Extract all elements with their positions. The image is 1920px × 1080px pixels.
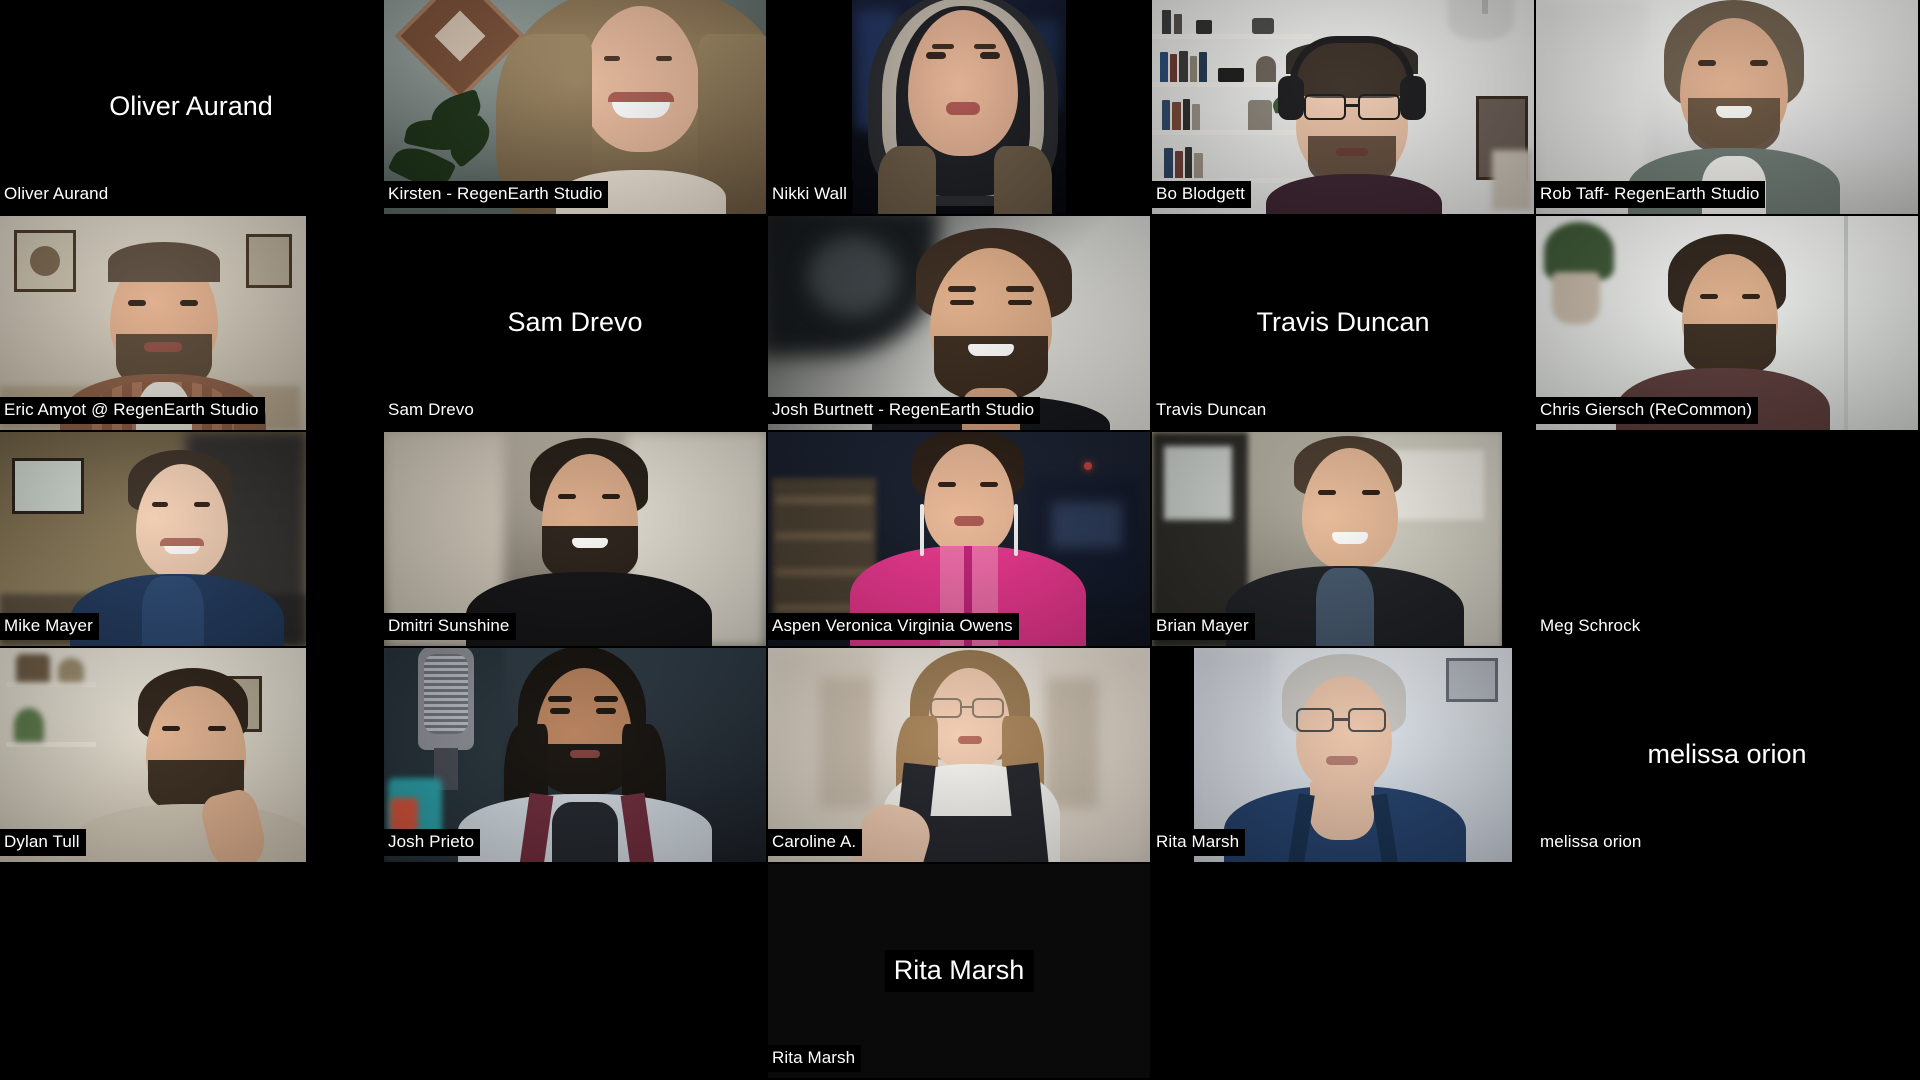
participant-large-name: melissa orion — [1638, 734, 1816, 776]
participant-tile[interactable]: Nikki Wall — [768, 0, 1152, 216]
participant-name-label: Aspen Veronica Virginia Owens — [768, 613, 1019, 640]
participant-tile[interactable]: Rita Marsh Rita Marsh — [768, 864, 1152, 1080]
participant-tile[interactable]: melissa orion melissa orion — [1536, 648, 1920, 864]
participant-name-label: Rita Marsh — [768, 1045, 862, 1072]
participant-large-name: Oliver Aurand — [100, 86, 282, 128]
participant-name-label: Josh Burtnett - RegenEarth Studio — [768, 397, 1041, 424]
participant-tile[interactable]: Rita Marsh — [1152, 648, 1536, 864]
participant-tile[interactable]: Bo Blodgett — [1152, 0, 1536, 216]
participant-name-label: Rita Marsh — [1152, 829, 1246, 856]
participant-tile[interactable]: Rob Taff- RegenEarth Studio — [1536, 0, 1920, 216]
empty-tile — [1536, 864, 1920, 1080]
participant-tile[interactable]: Josh Burtnett - RegenEarth Studio — [768, 216, 1152, 432]
participant-tile[interactable]: Travis Duncan Travis Duncan — [1152, 216, 1536, 432]
participant-tile[interactable]: Sam Drevo Sam Drevo — [384, 216, 768, 432]
participant-name-label: Eric Amyot @ RegenEarth Studio — [0, 397, 265, 424]
participant-name-label: Travis Duncan — [1152, 397, 1273, 424]
participant-tile[interactable]: Dylan Tull — [0, 648, 384, 864]
participant-name-label: Rob Taff- RegenEarth Studio — [1536, 181, 1766, 208]
participant-name-label: Chris Giersch (ReCommon) — [1536, 397, 1759, 424]
participant-name-label: Meg Schrock — [1536, 613, 1647, 640]
participant-large-name: Rita Marsh — [884, 950, 1034, 992]
empty-tile — [0, 864, 384, 1080]
participant-name-label: Bo Blodgett — [1152, 181, 1251, 208]
participant-name-label: Dmitri Sunshine — [384, 613, 516, 640]
participant-large-name: Travis Duncan — [1247, 302, 1439, 344]
participant-name-label: Sam Drevo — [384, 397, 480, 424]
participant-gallery-grid: Oliver Aurand Oliver Aurand Kirsten - Re… — [0, 0, 1920, 1080]
participant-tile[interactable]: Kirsten - RegenEarth Studio — [384, 0, 768, 216]
participant-tile[interactable]: Mike Mayer — [0, 432, 384, 648]
participant-name-label: Kirsten - RegenEarth Studio — [384, 181, 609, 208]
empty-tile — [1152, 864, 1536, 1080]
participant-name-label: Nikki Wall — [768, 181, 853, 208]
participant-tile[interactable]: Chris Giersch (ReCommon) — [1536, 216, 1920, 432]
participant-name-label: Oliver Aurand — [0, 181, 115, 208]
participant-tile[interactable]: Caroline A. — [768, 648, 1152, 864]
participant-name-label: Brian Mayer — [1152, 613, 1255, 640]
empty-tile — [384, 864, 768, 1080]
participant-tile[interactable]: Dmitri Sunshine — [384, 432, 768, 648]
participant-name-label: Josh Prieto — [384, 829, 481, 856]
video-feed — [852, 0, 1066, 214]
participant-tile[interactable]: Eric Amyot @ RegenEarth Studio — [0, 216, 384, 432]
participant-name-label: Caroline A. — [768, 829, 863, 856]
participant-name-label: melissa orion — [1536, 829, 1648, 856]
participant-tile[interactable]: Meg Schrock — [1536, 432, 1920, 648]
participant-name-label: Mike Mayer — [0, 613, 99, 640]
participant-large-name: Sam Drevo — [498, 302, 652, 344]
participant-tile[interactable]: Brian Mayer — [1152, 432, 1536, 648]
participant-tile[interactable]: Josh Prieto — [384, 648, 768, 864]
participant-tile[interactable]: Oliver Aurand Oliver Aurand — [0, 0, 384, 216]
participant-name-label: Dylan Tull — [0, 829, 86, 856]
participant-tile[interactable]: Aspen Veronica Virginia Owens — [768, 432, 1152, 648]
